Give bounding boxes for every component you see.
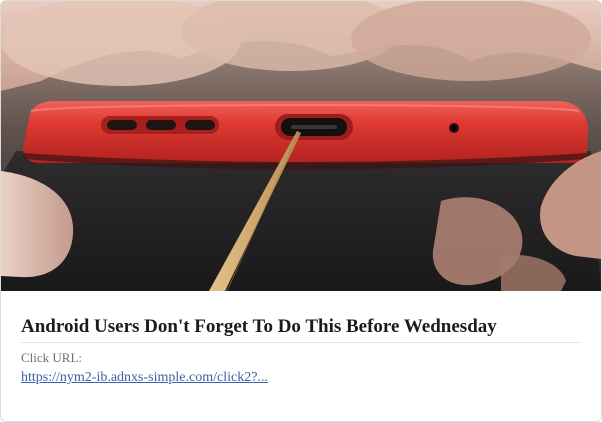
- click-url-link[interactable]: https://nym2-ib.adnxs-simple.com/click2?…: [21, 369, 268, 387]
- divider: [21, 342, 581, 343]
- ad-image[interactable]: [1, 1, 601, 291]
- ad-card: Android Users Don't Forget To Do This Be…: [0, 0, 602, 422]
- phone-photo: [1, 1, 601, 291]
- ad-headline[interactable]: Android Users Don't Forget To Do This Be…: [21, 315, 581, 339]
- click-url-label: Click URL:: [21, 350, 83, 365]
